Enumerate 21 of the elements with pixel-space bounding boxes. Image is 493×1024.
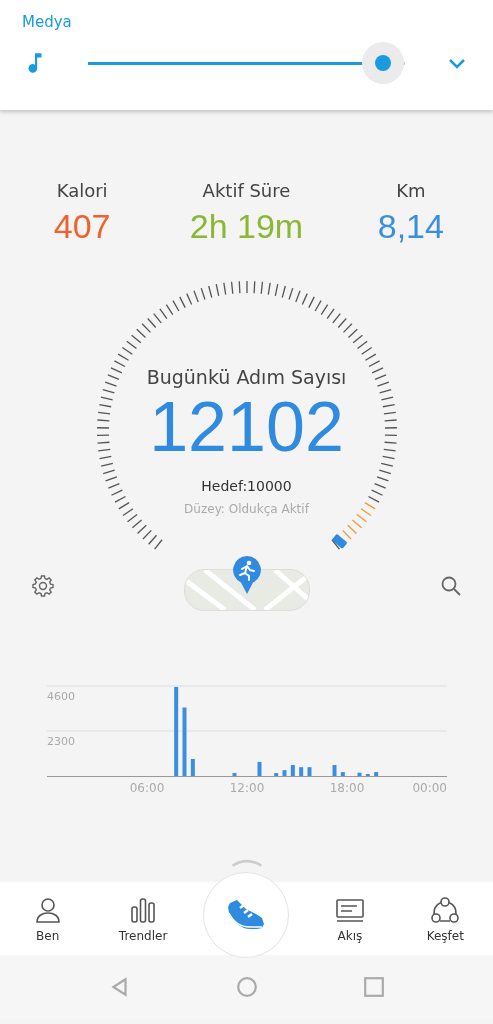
stat-label: Kalori [56, 180, 108, 201]
stat-value: 407 [53, 207, 111, 246]
stat-label: Km [396, 180, 426, 201]
nav-tab[interactable]: Keşfet [410, 894, 481, 943]
step-goal: Hedef:10000 [201, 478, 292, 494]
nav-tab[interactable]: Ben [12, 894, 83, 943]
x-axis-label: 18:00 [329, 781, 365, 795]
y-axis-label: 2300 [47, 735, 75, 748]
step-count: 12102 [149, 392, 344, 462]
steps-title: Bugünkü Adım Sayısı [146, 366, 347, 388]
stat-value: 8,14 [377, 207, 444, 246]
stat-label: Aktif Süre [202, 180, 291, 201]
media-title: Medya [22, 13, 72, 31]
nav-tab[interactable]: Akış [314, 894, 385, 943]
activity-level: Düzey: Oldukça Aktif [184, 502, 309, 516]
nav-tab[interactable]: Trendler [108, 894, 179, 943]
y-axis-label: 4600 [47, 690, 75, 703]
stat-value: 2h 19m [189, 207, 304, 246]
x-axis-label: 06:00 [129, 781, 165, 795]
x-axis-label: 12:00 [229, 781, 265, 795]
x-axis-label: 00:00 [412, 781, 447, 795]
